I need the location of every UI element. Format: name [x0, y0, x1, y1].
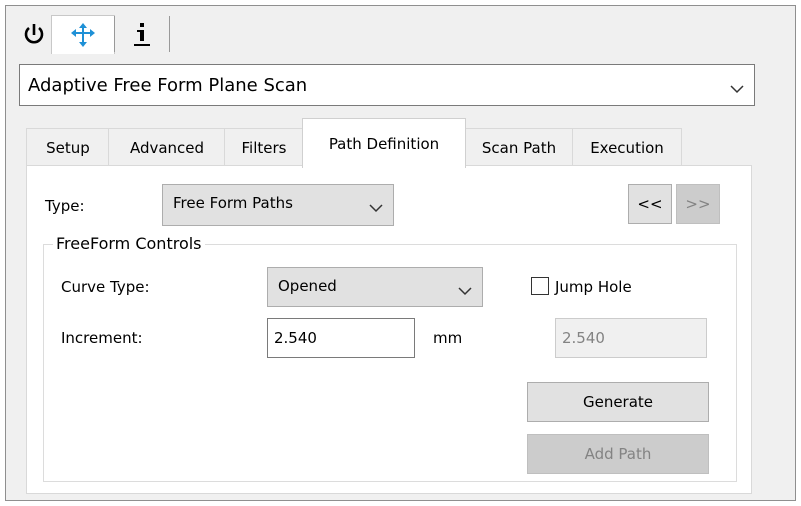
tab-label: Execution: [590, 138, 664, 157]
increment-label: Increment:: [61, 329, 143, 347]
add-path-button[interactable]: Add Path: [527, 434, 709, 474]
tab-advanced[interactable]: Advanced: [108, 128, 226, 166]
tab-filters[interactable]: Filters: [224, 128, 304, 166]
generate-button-label: Generate: [582, 393, 654, 411]
power-icon[interactable]: [18, 16, 50, 52]
tab-path-definition[interactable]: Path Definition: [302, 118, 466, 168]
top-toolbar: [6, 6, 795, 60]
move-icon[interactable]: [51, 15, 115, 54]
jump-hole-checkbox[interactable]: [531, 277, 549, 295]
scan-mode-select[interactable]: Adaptive Free Form Plane Scan: [19, 64, 755, 106]
chevron-down-icon: [730, 79, 744, 98]
tab-label: Scan Path: [481, 138, 557, 157]
chevron-down-icon: [458, 281, 472, 300]
tab-label: Path Definition: [328, 134, 440, 153]
increment-value: 2.540: [274, 329, 317, 347]
increment-input[interactable]: 2.540: [267, 318, 415, 358]
tab-label: Setup: [46, 138, 90, 157]
tab-label: Filters: [241, 138, 287, 157]
tab-strip: Setup Advanced Filters Path Definition S…: [26, 118, 752, 168]
path-definition-panel: Type: Free Form Paths << >> FreeForm Con…: [26, 165, 752, 494]
add-path-button-label: Add Path: [584, 445, 652, 463]
tab-setup[interactable]: Setup: [26, 128, 110, 166]
increment-unit: mm: [433, 329, 463, 347]
chevron-down-icon: [369, 198, 383, 217]
curve-type-value: Opened: [278, 277, 337, 295]
tab-label: Advanced: [129, 138, 205, 157]
curve-type-select[interactable]: Opened: [267, 267, 483, 307]
next-button[interactable]: >>: [676, 184, 720, 224]
jump-hole-label[interactable]: Jump Hole: [555, 278, 632, 296]
generate-button[interactable]: Generate: [527, 382, 709, 422]
prev-button-label: <<: [637, 195, 663, 213]
curve-type-label: Curve Type:: [61, 278, 150, 296]
jump-value: 2.540: [562, 329, 605, 347]
scan-mode-value: Adaptive Free Form Plane Scan: [28, 75, 308, 96]
jump-value-input[interactable]: 2.540: [555, 318, 707, 358]
prev-button[interactable]: <<: [628, 184, 672, 224]
tab-execution[interactable]: Execution: [572, 128, 682, 166]
next-button-label: >>: [685, 195, 711, 213]
type-select[interactable]: Free Form Paths: [162, 184, 394, 226]
window-frame: Adaptive Free Form Plane Scan Setup Adva…: [5, 5, 796, 501]
type-value: Free Form Paths: [173, 194, 293, 212]
type-label: Type:: [45, 197, 85, 215]
tab-scan-path[interactable]: Scan Path: [464, 128, 574, 166]
info-icon[interactable]: [114, 16, 170, 52]
group-title: FreeForm Controls: [53, 234, 205, 253]
